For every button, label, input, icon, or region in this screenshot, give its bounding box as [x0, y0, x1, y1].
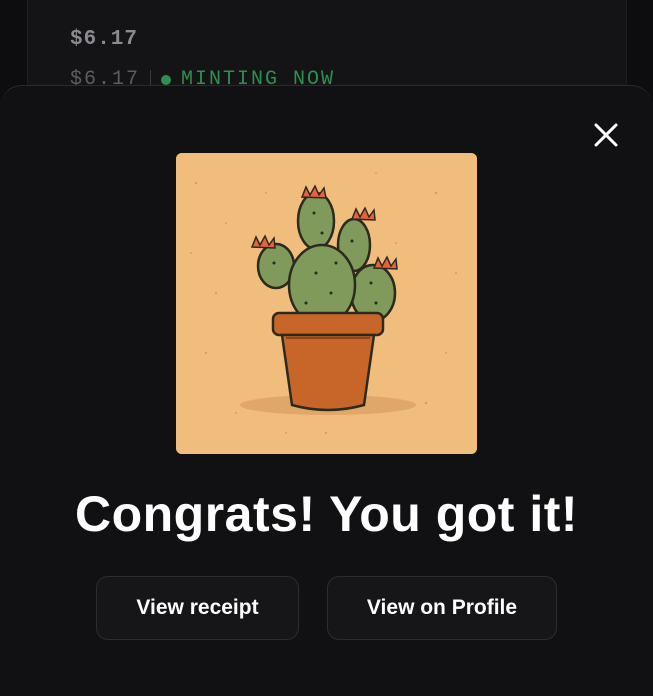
view-on-profile-button[interactable]: View on Profile: [327, 576, 557, 640]
success-headline: Congrats! You got it!: [74, 486, 579, 542]
price-label: $6.17: [70, 28, 139, 51]
view-receipt-button[interactable]: View receipt: [96, 576, 299, 640]
close-icon[interactable]: [593, 122, 619, 148]
cactus-artwork: [176, 153, 477, 454]
status-dot-icon: [161, 74, 172, 85]
